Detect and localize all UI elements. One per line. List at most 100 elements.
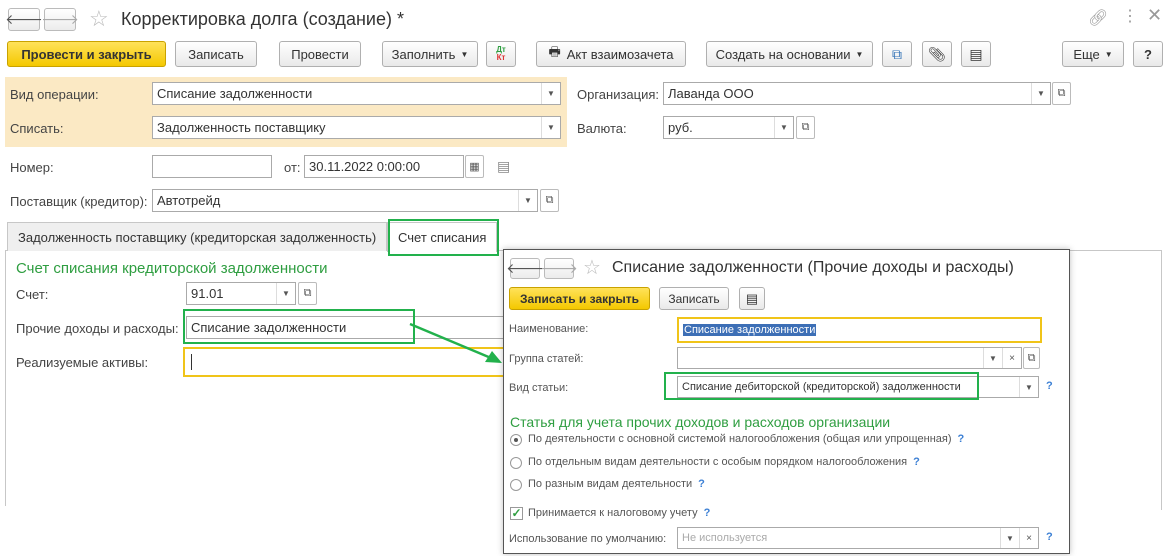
other-income-value: Списание задолженности [191,320,347,335]
structure-icon-button[interactable]: ⧉ [882,41,912,67]
clear-icon[interactable]: × [1019,528,1038,548]
favorite-star-icon[interactable]: ☆ [89,8,109,30]
chevron-down-icon[interactable]: ▼ [541,83,560,104]
supplier-field[interactable]: Автотрейд ▼ [152,189,538,212]
radio-main-taxation-label[interactable]: По деятельности с основной системой нало… [528,433,964,445]
chevron-down-icon[interactable]: ▼ [541,117,560,138]
fill-button[interactable]: Заполнить ▼ [382,41,478,67]
help-icon[interactable]: ? [704,507,711,519]
tax-accounting-label[interactable]: Принимается к налоговому учету? [528,507,710,519]
link-icon[interactable]: 🔗︎ [1088,8,1108,28]
kind-help-icon[interactable]: ? [1046,380,1053,392]
offset-act-button[interactable]: 🖶︎ Акт взаимозачета [536,41,686,67]
dialog-back-button[interactable]: 🡐 [506,258,544,279]
kind-value: Списание дебиторской (кредиторской) задо… [682,381,961,393]
name-field[interactable]: Списание задолженности [677,317,1042,343]
write-off-label: Списать: [10,121,64,136]
other-income-label: Прочие доходы и расходы: [16,321,179,336]
chevron-down-icon[interactable]: ▼ [1019,377,1038,397]
clear-icon[interactable]: × [1002,348,1021,368]
dialog-favorite-star-icon[interactable]: ☆ [583,257,601,279]
supplier-value: Автотрейд [157,193,221,208]
default-use-help-icon[interactable]: ? [1046,531,1053,543]
organization-label: Организация: [577,87,660,102]
operation-type-field[interactable]: Списание задолженности ▼ [152,82,561,105]
chevron-down-icon: ▼ [855,49,864,59]
dialog-save-button[interactable]: Записать [659,287,729,310]
help-icon[interactable]: ? [913,456,920,468]
comment-icon[interactable]: ▤ [497,158,510,175]
arrow-right-icon: 🡒 [540,260,578,276]
dialog-report-icon-button[interactable]: ▤ [739,287,765,310]
tax-accounting-checkbox[interactable]: ✓ [510,507,523,520]
forward-button[interactable]: 🡒 [41,8,79,31]
tax-accounting-text: Принимается к налоговому учету [528,507,698,519]
back-button[interactable]: 🡐 [5,8,43,31]
account-value: 91.01 [191,286,224,301]
account-field[interactable]: 91.01 ▼ [186,282,296,305]
chevron-down-icon: ▼ [460,49,469,59]
open-account-icon[interactable]: ⧉ [298,282,317,305]
dialog-title: Списание задолженности (Прочие доходы и … [612,259,1014,276]
chevron-down-icon[interactable]: ▼ [1000,528,1019,548]
dt-kt-button[interactable]: Дт Кт [486,41,516,67]
chevron-down-icon[interactable]: ▼ [774,117,793,138]
menu-dots-icon[interactable]: ⋮ [1122,6,1138,26]
help-icon[interactable]: ? [958,433,965,445]
supplier-label: Поставщик (кредитор): [10,194,148,209]
dialog-forward-button[interactable]: 🡒 [540,258,578,279]
post-and-close-button[interactable]: Провести и закрыть [7,41,166,67]
more-button[interactable]: Еще ▼ [1062,41,1124,67]
date-label: от: [284,160,301,175]
group-label: Группа статей: [509,353,584,365]
close-icon[interactable]: ✕ [1147,5,1162,26]
create-based-on-button[interactable]: Создать на основании ▼ [706,41,873,67]
radio-various-activities[interactable] [510,479,522,491]
organization-field[interactable]: Лаванда ООО ▼ [663,82,1051,105]
account-section-title: Счет списания кредиторской задолженности [16,260,328,277]
open-group-icon[interactable]: ⧉ [1023,347,1040,369]
name-label: Наименование: [509,323,589,335]
help-icon[interactable]: ? [698,478,705,490]
operation-type-value: Списание задолженности [157,86,313,101]
number-field[interactable] [152,155,272,178]
radio-main-taxation[interactable] [510,434,522,446]
chevron-down-icon: ▼ [1104,49,1113,59]
tab-supplier-debt[interactable]: Задолженность поставщику (кредиторская з… [7,222,388,251]
report-icon-button[interactable]: ▤ [961,41,991,67]
radio-special-taxation-label[interactable]: По отдельным видам деятельности с особым… [528,456,920,468]
chevron-down-icon[interactable]: ▼ [518,190,537,211]
printer-icon: 🖶︎ [548,44,561,59]
default-use-field[interactable]: Не используется ▼ × [677,527,1039,549]
open-currency-icon[interactable]: ⧉ [796,116,815,139]
chevron-down-icon[interactable]: ▼ [1031,83,1050,104]
currency-value: руб. [668,120,693,135]
default-use-label: Использование по умолчанию: [509,533,667,545]
offset-act-label: Акт взаимозачета [566,46,674,62]
chevron-down-icon[interactable]: ▼ [983,348,1002,368]
open-supplier-icon[interactable]: ⧉ [540,189,559,212]
help-button[interactable]: ? [1133,41,1163,67]
save-button[interactable]: Записать [175,41,257,67]
post-button[interactable]: Провести [279,41,361,67]
radio-various-activities-label[interactable]: По разным видам деятельности? [528,478,705,490]
annotation-arrow [409,322,502,363]
currency-field[interactable]: руб. ▼ [663,116,794,139]
calendar-icon[interactable]: ▦ [465,155,484,178]
tab-write-off-account[interactable]: Счет списания [387,222,498,252]
attachment-icon-button[interactable]: 📎︎ [922,41,952,67]
kind-field[interactable]: Списание дебиторской (кредиторской) задо… [677,376,1039,398]
dialog-save-close-button[interactable]: Записать и закрыть [509,287,650,310]
create-based-label: Создать на основании [715,46,851,62]
arrow-right-icon: 🡒 [41,11,79,27]
account-label: Счет: [16,287,49,302]
operation-type-label: Вид операции: [10,87,99,102]
group-field[interactable]: ▼ × [677,347,1022,369]
kt-label: Кт [496,53,506,62]
open-organization-icon[interactable]: ⧉ [1052,82,1071,105]
chevron-down-icon[interactable]: ▼ [276,283,295,304]
radio-special-taxation[interactable] [510,457,522,469]
assets-label: Реализуемые активы: [16,355,149,370]
date-field[interactable]: 30.11.2022 0:00:00 [304,155,464,178]
write-off-field[interactable]: Задолженность поставщику ▼ [152,116,561,139]
